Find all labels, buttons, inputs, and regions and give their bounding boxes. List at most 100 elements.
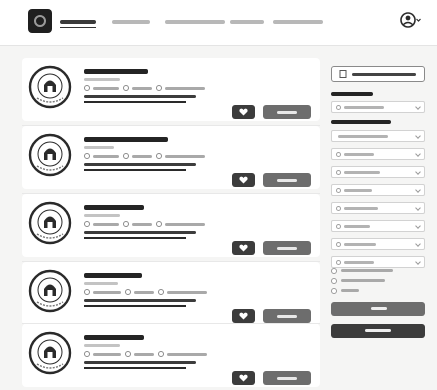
chevron-down-icon: [415, 223, 421, 229]
radio-option-3-label: [341, 289, 359, 292]
job-card[interactable]: [22, 261, 320, 325]
document-icon: [339, 70, 347, 78]
organization-seal-icon: [28, 133, 72, 177]
favorite-button[interactable]: [232, 105, 255, 119]
job-title[interactable]: [84, 69, 148, 74]
salary-icon: [156, 221, 162, 227]
job-title[interactable]: [84, 335, 144, 340]
organization-seal-icon: [28, 201, 72, 245]
favorite-button[interactable]: [232, 371, 255, 385]
job-location: [93, 155, 119, 158]
job-subtitle: [84, 282, 118, 285]
heart-icon: [239, 244, 248, 252]
filter-icon: [336, 242, 341, 247]
filter-icon: [336, 224, 341, 229]
match-underline: [84, 237, 186, 239]
sort-heading: [331, 92, 373, 96]
clock-icon: [125, 289, 131, 295]
job-subtitle: [84, 78, 120, 81]
favorite-button[interactable]: [232, 173, 255, 187]
filter-select-3[interactable]: [331, 166, 425, 178]
job-type: [132, 155, 152, 158]
filter-select-5[interactable]: [331, 202, 425, 214]
apply-button[interactable]: [263, 371, 311, 385]
favorite-button[interactable]: [232, 241, 255, 255]
favorite-button[interactable]: [232, 309, 255, 323]
heart-icon: [239, 312, 248, 320]
filter-icon: [336, 260, 341, 265]
organization-seal-icon: [28, 269, 72, 313]
match-underline: [84, 305, 186, 307]
chevron-down-icon: [415, 259, 421, 265]
nav-item-1[interactable]: [60, 16, 96, 28]
job-card[interactable]: [22, 193, 320, 257]
job-card[interactable]: [22, 125, 320, 189]
nav-item-3[interactable]: [165, 16, 225, 28]
clock-icon: [123, 153, 129, 159]
job-match: [84, 299, 196, 302]
job-title[interactable]: [84, 273, 142, 278]
organization-logo-icon[interactable]: [28, 9, 52, 33]
organization-seal-icon: [28, 65, 72, 109]
radio-option-2[interactable]: [331, 278, 337, 284]
heart-icon: [239, 176, 248, 184]
job-list: [22, 58, 320, 388]
apply-button[interactable]: [263, 173, 311, 187]
match-underline: [84, 101, 186, 103]
user-avatar-icon[interactable]: [399, 9, 421, 31]
clock-icon: [123, 85, 129, 91]
filter-sidebar: [329, 58, 429, 388]
chevron-down-icon: [415, 133, 421, 139]
chevron-down-icon: [415, 151, 421, 157]
location-icon: [84, 153, 90, 159]
location-icon: [84, 85, 90, 91]
nav-item-4[interactable]: [230, 16, 264, 28]
heart-icon: [239, 374, 248, 382]
job-type: [132, 87, 152, 90]
reset-button[interactable]: [331, 324, 425, 338]
job-location: [93, 223, 119, 226]
job-location: [93, 291, 121, 294]
job-salary: [165, 223, 205, 226]
filter-icon: [336, 188, 341, 193]
filter-select-1[interactable]: [331, 130, 425, 142]
apply-button[interactable]: [263, 105, 311, 119]
job-match: [84, 163, 196, 166]
radio-option-3[interactable]: [331, 288, 337, 294]
job-match: [84, 95, 196, 98]
nav-item-2[interactable]: [112, 16, 150, 28]
nav-item-5[interactable]: [273, 16, 323, 28]
job-type: [132, 223, 152, 226]
job-title[interactable]: [84, 137, 168, 142]
job-location: [93, 87, 119, 90]
search-button[interactable]: [331, 302, 425, 316]
job-subtitle: [84, 344, 120, 347]
match-underline: [84, 169, 186, 171]
chevron-down-icon: [415, 241, 421, 247]
top-navigation-bar: [0, 0, 437, 46]
filter-select-2[interactable]: [331, 148, 425, 160]
clock-icon: [125, 351, 131, 357]
location-icon: [84, 351, 90, 357]
filter-select-6[interactable]: [331, 220, 425, 232]
match-underline: [84, 367, 186, 369]
filter-select-7[interactable]: [331, 238, 425, 250]
job-salary: [167, 353, 207, 356]
job-title[interactable]: [84, 205, 144, 210]
job-card[interactable]: [22, 323, 320, 387]
job-match: [84, 231, 196, 234]
filter-select-8[interactable]: [331, 256, 425, 268]
job-salary: [165, 87, 205, 90]
filter-select-4[interactable]: [331, 184, 425, 196]
sort-icon: [336, 105, 341, 110]
clock-icon: [123, 221, 129, 227]
sort-select[interactable]: [331, 101, 425, 113]
top-action-button[interactable]: [331, 66, 425, 82]
job-salary: [165, 155, 205, 158]
radio-option-1[interactable]: [331, 268, 337, 274]
job-card[interactable]: [22, 58, 320, 121]
apply-button[interactable]: [263, 309, 311, 323]
chevron-down-icon: [415, 205, 421, 211]
apply-button[interactable]: [263, 241, 311, 255]
job-subtitle: [84, 214, 120, 217]
